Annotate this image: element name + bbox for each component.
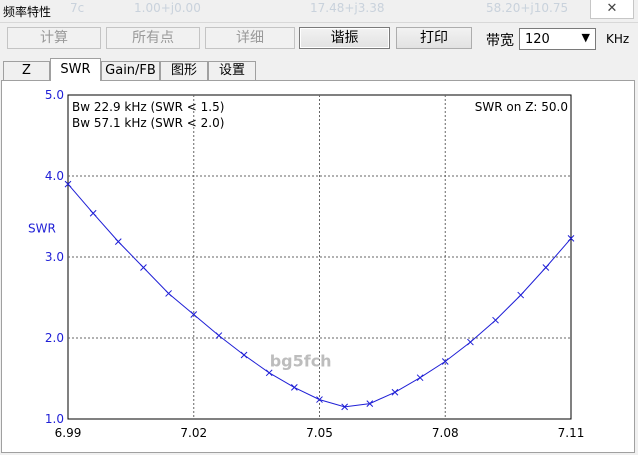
tab-gain-fb[interactable]: Gain/FB bbox=[101, 61, 160, 80]
data-point-marker bbox=[89, 209, 97, 217]
toolbar: 计算 所有点 详细 谐振 打印 带宽 120 ▼ KHz bbox=[0, 24, 638, 54]
swr-chart: 6.99 7.02 7.05 7.08 7.11 5.0 4.0 3.0 2.0 1.0 SWR Bw… bbox=[28, 88, 585, 440]
close-icon: ✕ bbox=[606, 1, 618, 16]
x-tick-label: 6.99 bbox=[55, 426, 82, 440]
data-point-marker bbox=[265, 369, 273, 377]
y-tick-label: 2.0 bbox=[45, 331, 64, 345]
bandwidth-label: 带宽 bbox=[486, 33, 514, 49]
data-point-marker bbox=[391, 388, 399, 396]
all-points-button[interactable]: 所有点 bbox=[106, 27, 200, 49]
data-point-marker bbox=[290, 384, 298, 391]
y-tick-label: 5.0 bbox=[45, 88, 64, 102]
data-point-marker bbox=[416, 374, 424, 382]
data-point-marker bbox=[316, 396, 323, 403]
bandwidth-annotation: Bw 22.9 kHz (SWR < 1.5) bbox=[72, 100, 224, 114]
bandwidth-select[interactable]: 120 ▼ bbox=[519, 28, 596, 50]
y-axis-label: SWR bbox=[28, 222, 56, 236]
data-point-marker bbox=[467, 338, 474, 346]
close-button[interactable]: ✕ bbox=[590, 0, 634, 19]
y-tick-label: 1.0 bbox=[45, 412, 64, 426]
print-button[interactable]: 打印 bbox=[396, 27, 472, 49]
data-point-marker bbox=[215, 332, 223, 339]
data-point-marker bbox=[165, 290, 172, 297]
details-button[interactable]: 详细 bbox=[205, 27, 295, 49]
x-tick-label: 7.02 bbox=[180, 426, 207, 440]
tab-swr[interactable]: SWR bbox=[50, 58, 101, 81]
background-value-0: 7c bbox=[70, 1, 85, 15]
background-value-3: 58.20+j10.75 bbox=[486, 1, 569, 15]
y-tick-label: 3.0 bbox=[45, 250, 64, 264]
x-tick-label: 7.11 bbox=[558, 426, 585, 440]
resonance-button[interactable]: 谐振 bbox=[299, 27, 390, 49]
title-bar: 频率特性 7c 1.00+j0.00 17.48+j3.38 58.20+j10… bbox=[0, 0, 638, 23]
tab-graph[interactable]: 图形 bbox=[160, 61, 208, 80]
x-tick-label: 7.08 bbox=[432, 426, 459, 440]
tab-z[interactable]: Z bbox=[3, 61, 50, 80]
calc-button[interactable]: 计算 bbox=[7, 27, 101, 49]
data-point-marker bbox=[492, 316, 499, 324]
bandwidth-unit: KHz bbox=[606, 32, 630, 46]
data-point-marker bbox=[140, 264, 147, 271]
background-value-1: 1.00+j0.00 bbox=[134, 1, 201, 15]
tab-bar: Z SWR Gain/FB 图形 设置 bbox=[0, 58, 638, 81]
background-value-2: 17.48+j3.38 bbox=[310, 1, 385, 15]
y-tick-label: 4.0 bbox=[45, 169, 64, 183]
bandwidth-annotation: Bw 57.1 kHz (SWR < 2.0) bbox=[72, 116, 224, 130]
watermark: bg5fch bbox=[270, 351, 332, 370]
tab-settings[interactable]: 设置 bbox=[208, 61, 256, 80]
data-point-marker bbox=[517, 291, 525, 299]
window-title: 频率特性 bbox=[3, 5, 52, 19]
bandwidth-value: 120 bbox=[525, 32, 550, 47]
data-point-marker bbox=[240, 351, 248, 359]
data-point-marker bbox=[114, 238, 122, 245]
data-point-marker bbox=[542, 264, 550, 271]
swr-reference-annotation: SWR on Z: 50.0 bbox=[475, 100, 568, 114]
dropdown-arrow-icon[interactable]: ▼ bbox=[582, 31, 590, 44]
chart-panel: 6.99 7.02 7.05 7.08 7.11 5.0 4.0 3.0 2.0 1.0 SWR Bw… bbox=[1, 80, 635, 453]
x-tick-label: 7.05 bbox=[306, 426, 333, 440]
